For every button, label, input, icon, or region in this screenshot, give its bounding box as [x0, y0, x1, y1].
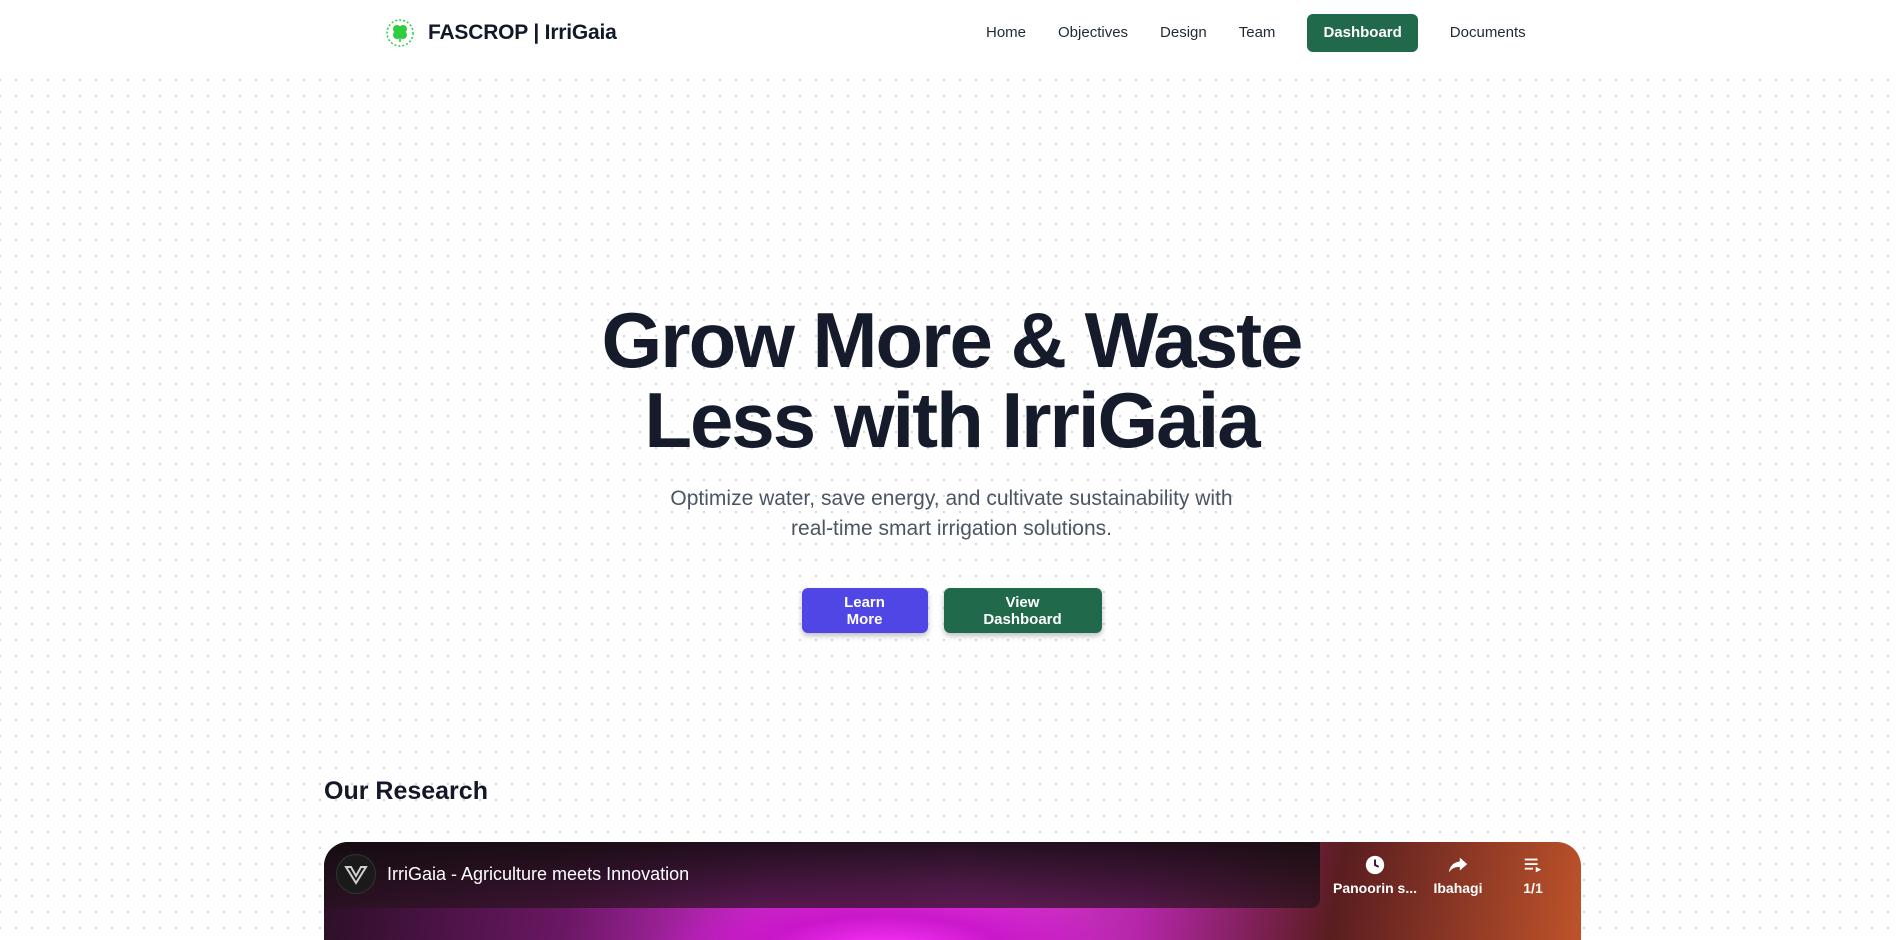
learn-more-button[interactable]: Learn More	[801, 588, 928, 633]
clock-icon	[1365, 855, 1385, 875]
channel-avatar[interactable]	[336, 854, 376, 894]
research-section-title: Our Research	[324, 777, 488, 805]
video-actions: Panoorin s... Ibahagi 1/1	[1333, 854, 1553, 896]
main-nav: Home Objectives Design Team Dashboard Do…	[970, 14, 1542, 52]
video-title-bar: IrriGaia - Agriculture meets Innovation	[324, 842, 1320, 908]
hero-title: Grow More & Waste Less with IrriGaia	[572, 300, 1332, 460]
hero-title-line-2: Less with IrriGaia	[644, 376, 1260, 464]
view-dashboard-button[interactable]: View Dashboard	[943, 588, 1102, 633]
playlist-button[interactable]: 1/1	[1513, 854, 1553, 896]
hero-cta-group: Learn More View Dashboard	[0, 588, 1903, 633]
channel-logo-icon	[344, 866, 368, 885]
nav-item-team[interactable]: Team	[1223, 14, 1292, 52]
share-label: Ibahagi	[1433, 880, 1483, 896]
nav-item-documents[interactable]: Documents	[1434, 14, 1542, 52]
nav-item-dashboard[interactable]: Dashboard	[1307, 14, 1418, 52]
share-button[interactable]: Ibahagi	[1427, 854, 1489, 896]
hero-subtitle-line-1: Optimize water, save energy, and cultiva…	[670, 487, 1233, 510]
nav-item-design[interactable]: Design	[1144, 14, 1223, 52]
share-arrow-icon	[1448, 857, 1468, 873]
hero-subtitle: Optimize water, save energy, and cultiva…	[642, 484, 1262, 544]
brand[interactable]: FASCROP | IrriGaia	[386, 19, 617, 47]
clover-logo-icon	[386, 19, 414, 47]
playlist-label: 1/1	[1523, 880, 1543, 896]
watch-later-label: Panoorin s...	[1333, 880, 1418, 896]
top-navbar: FASCROP | IrriGaia Home Objectives Desig…	[0, 0, 1903, 66]
video-title[interactable]: IrriGaia - Agriculture meets Innovation	[387, 864, 689, 885]
hero-section: Grow More & Waste Less with IrriGaia Opt…	[0, 300, 1903, 633]
research-video-embed[interactable]: IrriGaia - Agriculture meets Innovation …	[324, 842, 1581, 940]
brand-name: FASCROP | IrriGaia	[428, 21, 617, 44]
playlist-icon	[1524, 858, 1542, 873]
hero-title-line-1: Grow More & Waste	[601, 296, 1304, 384]
nav-item-objectives[interactable]: Objectives	[1042, 14, 1144, 52]
nav-item-home[interactable]: Home	[970, 14, 1042, 52]
hero-subtitle-line-2: real-time smart irrigation solutions.	[791, 517, 1112, 540]
watch-later-button[interactable]: Panoorin s...	[1333, 854, 1417, 896]
